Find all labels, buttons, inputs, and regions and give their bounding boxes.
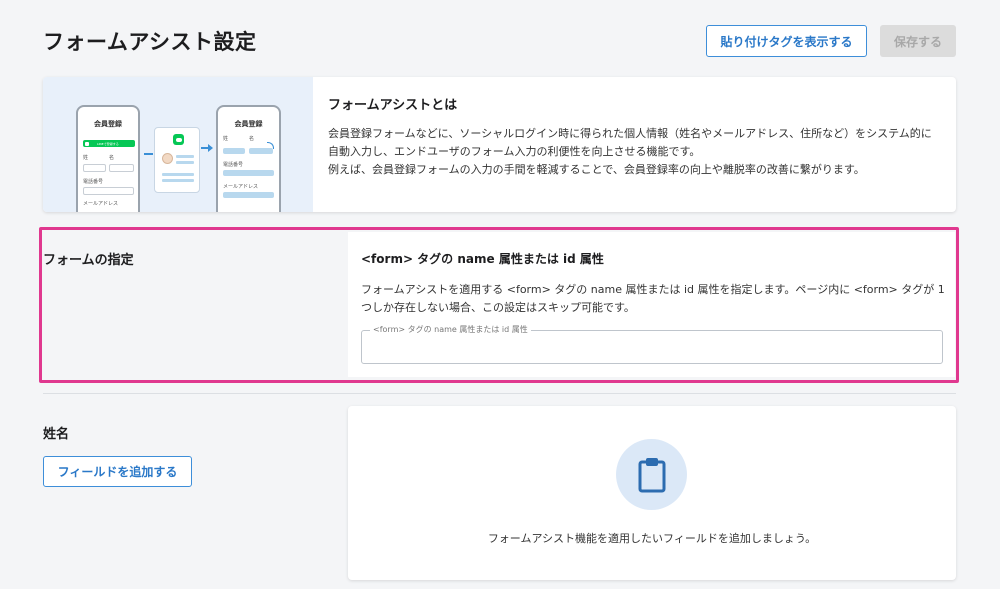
right-phone-illustration: 会員登録 姓 名 電話番号 メールアドレス [216,105,281,212]
profile-line-3 [162,173,194,176]
save-button[interactable]: 保存する [880,25,956,57]
about-description-line-1: 会員登録フォームなどに、ソーシャルログイン時に得られた個人情報（姓名やメールアド… [328,127,932,158]
form-spec-description: フォームアシストを適用する <form> タグの name 属性または id 属… [361,283,945,314]
show-tag-button[interactable]: 貼り付けタグを表示する [706,25,867,57]
left-phone-title: 会員登録 [94,120,122,128]
left-label-phone: 電話番号 [83,179,104,185]
form-spec-label: フォームの指定 [43,253,134,268]
line-button-label: LINEで登録する [97,141,119,146]
left-field-sei [83,164,106,172]
arrow-right-head [208,144,213,152]
left-field-phone [83,187,134,195]
line-profile-card [154,127,200,193]
left-label-sei: 姓 [83,155,89,161]
form-spec-card: <form> タグの name 属性または id 属性 フォームアシストを適用す… [348,232,955,377]
right-field-mei [249,148,273,154]
line-login-button: LINEで登録する [83,140,135,147]
right-field-phone [223,170,274,176]
line-app-icon [173,134,184,145]
add-field-button[interactable]: フィールドを追加する [43,456,192,487]
about-description-line-2: 例えば、会員登録フォームの入力の手間を軽減することで、会員登録率の向上や離脱率の… [328,163,865,176]
line-small-icon [85,141,89,146]
clipboard-icon [638,457,665,492]
right-field-sei [223,148,245,154]
left-phone-illustration: 会員登録 LINEで登録する 姓 名 電話番号 メールアドレス [76,105,140,212]
empty-fields-message: フォームアシスト機能を適用したいフィールドを追加しましょう。 [487,532,817,545]
profile-line-4 [162,179,194,182]
right-label-mei: 名 [249,136,255,142]
form-attribute-field-label: <form> タグの name 属性または id 属性 [370,324,531,336]
form-spec-card-title: <form> タグの name 属性または id 属性 [361,252,604,266]
left-label-mei: 名 [109,155,115,161]
form-attribute-field[interactable]: <form> タグの name 属性または id 属性 [361,324,943,364]
profile-line-1 [176,155,194,158]
right-field-email [223,192,274,198]
right-label-phone: 電話番号 [223,162,244,168]
right-label-sei: 姓 [223,136,229,142]
profile-line-2 [176,161,194,164]
left-field-mei [109,164,134,172]
right-label-email: メールアドレス [223,184,259,190]
arrow-left-dash [144,153,153,155]
form-attribute-input[interactable] [370,339,930,357]
clipboard-icon-circle [616,439,687,510]
about-title: フォームアシストとは [328,98,458,113]
empty-fields-card: フォームアシスト機能を適用したいフィールドを追加しましょう。 [348,406,956,580]
section-divider [43,393,956,394]
about-card: 会員登録 LINEで登録する 姓 名 電話番号 メールアドレス 会員登録 姓 名… [43,77,956,212]
left-label-email: メールアドレス [83,201,119,207]
profile-avatar-icon [162,153,173,164]
name-section-label: 姓名 [43,427,70,442]
right-phone-title: 会員登録 [234,120,263,128]
about-illustration: 会員登録 LINEで登録する 姓 名 電話番号 メールアドレス 会員登録 姓 名… [43,77,313,212]
about-description: 会員登録フォームなどに、ソーシャルログイン時に得られた個人情報（姓名やメールアド… [328,125,940,179]
page-title: フォームアシスト設定 [43,30,257,54]
